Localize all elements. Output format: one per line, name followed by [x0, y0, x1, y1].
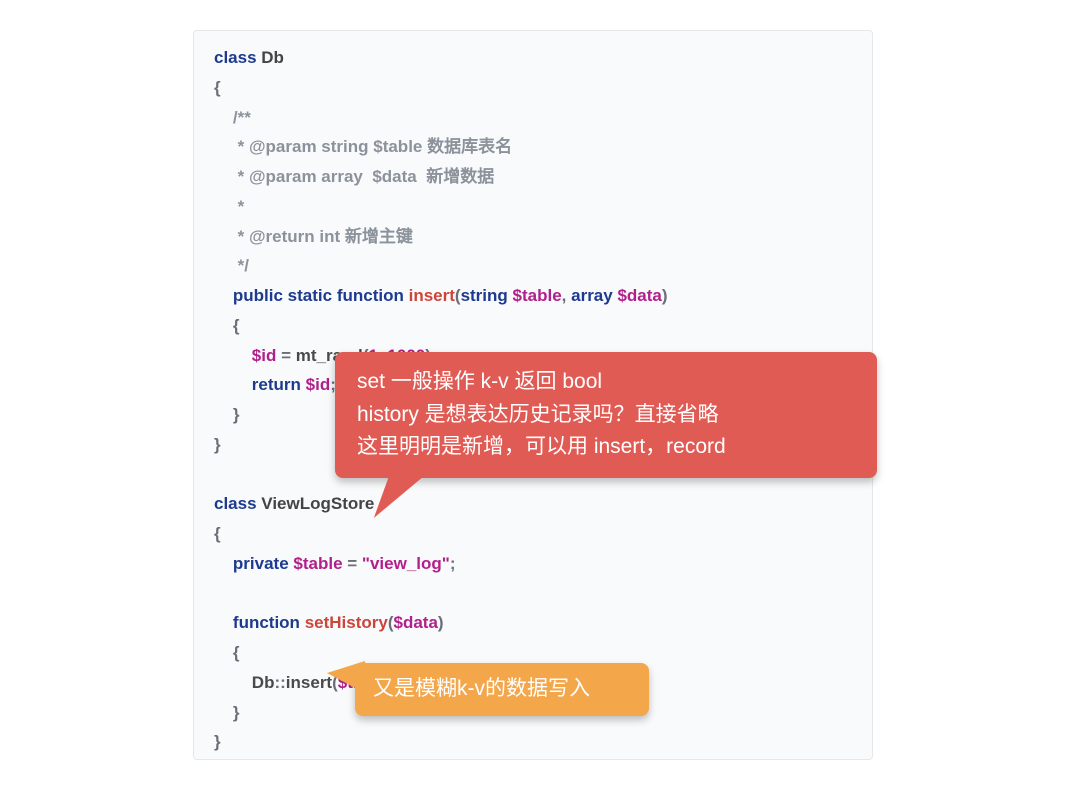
- call-insert: insert: [286, 673, 332, 692]
- function-name-insert: insert: [409, 286, 455, 305]
- brace: {: [214, 524, 221, 543]
- comment: *: [233, 197, 244, 216]
- comment: /**: [233, 108, 251, 127]
- callout-red-line1: set 一般操作 k-v 返回 bool: [357, 366, 855, 399]
- callout-red-line3: 这里明明是新增，可以用 insert，record: [357, 431, 855, 464]
- class-name-db: Db: [261, 48, 284, 67]
- param-data: $data: [617, 286, 661, 305]
- var-id: $id: [306, 375, 331, 394]
- brace: }: [233, 703, 240, 722]
- type-array: array: [571, 286, 613, 305]
- brace: {: [233, 316, 240, 335]
- brace: {: [233, 643, 240, 662]
- class-name-viewlogstore: ViewLogStore: [261, 494, 374, 513]
- call-db: Db: [252, 673, 275, 692]
- keyword-function: function: [233, 613, 300, 632]
- callout-red: set 一般操作 k-v 返回 bool history 是想表达历史记录吗？直…: [335, 352, 877, 478]
- keyword-private: private: [233, 554, 289, 573]
- comma: ,: [562, 286, 571, 305]
- assign: =: [276, 346, 295, 365]
- var-id: $id: [252, 346, 277, 365]
- string-viewlog: "view_log": [362, 554, 450, 573]
- comment: * @param array $data 新增数据: [233, 167, 494, 186]
- keyword-class: class: [214, 48, 257, 67]
- param-data: $data: [394, 613, 438, 632]
- callout-orange-text: 又是模糊k-v的数据写入: [373, 677, 590, 700]
- double-colon: ::: [274, 673, 285, 692]
- callout-orange: 又是模糊k-v的数据写入: [355, 663, 649, 716]
- type-string: string: [461, 286, 508, 305]
- callout-red-line2: history 是想表达历史记录吗？直接省略: [357, 399, 855, 432]
- comment: */: [233, 256, 249, 275]
- comment: * @param string $table 数据库表名: [233, 137, 512, 156]
- brace: {: [214, 78, 221, 97]
- keyword-modifiers: public static function: [233, 286, 404, 305]
- semicolon: ;: [450, 554, 456, 573]
- function-name-sethistory: setHistory: [305, 613, 388, 632]
- param-table: $table: [513, 286, 562, 305]
- assign: =: [343, 554, 362, 573]
- var-table: $table: [293, 554, 342, 573]
- keyword-class: class: [214, 494, 257, 513]
- brace: }: [233, 405, 240, 424]
- paren: ): [438, 613, 444, 632]
- keyword-return: return: [252, 375, 301, 394]
- comment: * @return int 新增主键: [233, 227, 413, 246]
- brace: }: [214, 435, 221, 454]
- paren: ): [662, 286, 668, 305]
- brace: }: [214, 732, 221, 751]
